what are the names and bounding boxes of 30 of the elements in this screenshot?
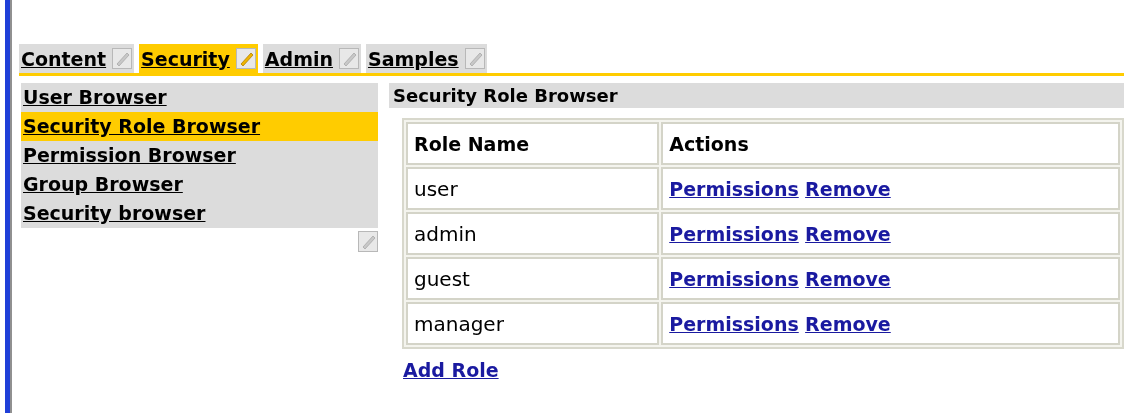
remove-link[interactable]: Remove: [805, 267, 891, 290]
role-name-cell: manager: [406, 302, 660, 345]
sidebar-item[interactable]: Permission Browser: [21, 141, 378, 170]
panel-title: Security Role Browser: [389, 83, 1124, 108]
remove-link[interactable]: Remove: [805, 177, 891, 200]
role-name-cell: guest: [406, 257, 660, 300]
edit-icon[interactable]: [112, 48, 133, 69]
permissions-link[interactable]: Permissions: [669, 222, 799, 245]
role-name-cell: admin: [406, 212, 660, 255]
permissions-link[interactable]: Permissions: [669, 312, 799, 335]
edit-icon[interactable]: [358, 231, 378, 252]
permissions-link[interactable]: Permissions: [669, 177, 799, 200]
sidebar-item[interactable]: Group Browser: [21, 170, 378, 199]
add-role-link[interactable]: Add Role: [403, 359, 499, 381]
tab[interactable]: Samples: [366, 44, 487, 73]
tab[interactable]: Admin: [262, 44, 361, 73]
column-header: Actions: [661, 122, 1120, 165]
permissions-link[interactable]: Permissions: [669, 267, 799, 290]
column-header: Role Name: [406, 122, 660, 165]
edit-icon[interactable]: [235, 48, 256, 69]
tab[interactable]: Security: [139, 44, 258, 73]
remove-link[interactable]: Remove: [805, 312, 891, 335]
tab[interactable]: Content: [19, 44, 135, 73]
sidebar-item[interactable]: Security Role Browser: [21, 112, 378, 141]
remove-link[interactable]: Remove: [805, 222, 891, 245]
sidebar-item[interactable]: User Browser: [21, 83, 378, 112]
sidebar-item[interactable]: Security browser: [21, 199, 378, 228]
edit-icon[interactable]: [464, 48, 485, 69]
edit-icon[interactable]: [339, 48, 359, 69]
role-name-cell: user: [406, 167, 660, 210]
